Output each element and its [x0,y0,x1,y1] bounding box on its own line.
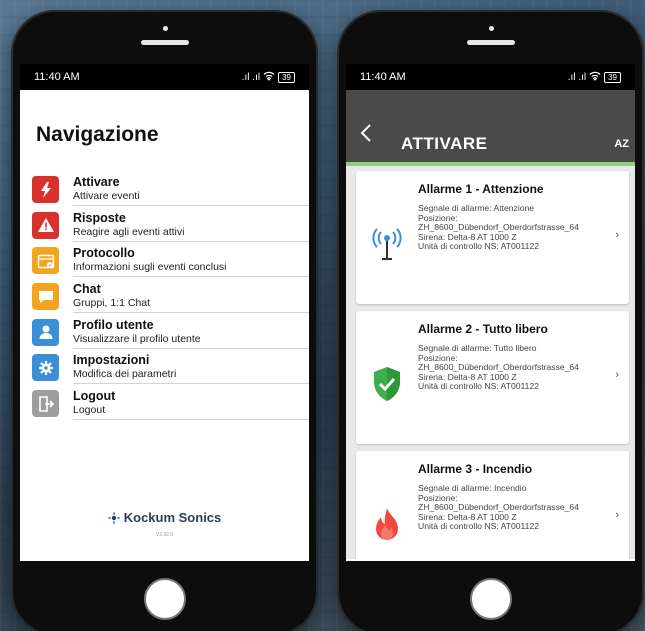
alarm-title: Allarme 1 - Attenzione [418,182,544,196]
alarm-unit: Unità di controllo NS: AT001122 [418,381,540,392]
alarm-title: Allarme 2 - Tutto libero [418,322,548,336]
nav-sublabel: Visualizzare il profilo utente [73,332,201,345]
nav-label: Impostazioni [73,353,150,368]
chevron-right-icon: › [615,509,619,521]
chat-icon [32,283,59,311]
camera [162,26,168,31]
nav-item-attivare[interactable]: Attivare Attivare eventi [32,173,309,209]
status-bar: 11:40 AM .ıl .ıl 39 [346,64,635,90]
alarm-unit: Unità di controllo NS: AT001122 [418,241,540,252]
camera [488,26,494,31]
alarm-card[interactable]: Allarme 2 - Tutto libero Segnale di alla… [356,311,629,444]
alarm-card[interactable]: Allarme 1 - Attenzione Segnale di allarm… [356,171,629,304]
signal-icon: .ıl .ıl [567,71,587,83]
status-icons: .ıl .ıl 39 [242,71,295,84]
nav-label: Logout [73,389,116,404]
wifi-icon [263,71,275,84]
chevron-right-icon: › [615,369,619,381]
navigation-list: Attivare Attivare eventi Risposte Reagire … [20,173,309,423]
alarm-card[interactable]: Allarme 3 - Incendio Segnale di allarme:… [356,451,629,559]
nav-item-logout[interactable]: Logout Logout [32,387,309,423]
signal-icon: .ıl .ıl [241,71,261,83]
nav-label: Chat [73,282,101,297]
battery-icon: 39 [278,71,295,83]
alarm-title: Allarme 3 - Incendio [418,462,533,476]
app-version: V2.32.0 [155,531,174,538]
battery-icon: 39 [604,71,621,83]
speaker [140,40,189,45]
brand-name: Kockum Sonics [123,510,222,525]
calendar-check-icon [32,247,59,275]
nav-label: Attivare [73,175,120,189]
kockum-logo-icon [108,511,120,524]
phone-left: 11:40 AM .ıl .ıl 39 Navigazione Attivare… [11,10,318,631]
phone-right: 11:40 AM .ıl .ıl 39 ATTIVARE AZ Allarme … [337,10,644,631]
nav-sublabel: Reagire agli eventi attivi [73,225,185,238]
screen-attivare: 11:40 AM .ıl .ıl 39 ATTIVARE AZ Allarme … [346,64,635,561]
nav-label: Protocollo [73,246,135,261]
brand-footer: Kockum Sonics V2.32.0 [20,510,309,538]
warning-icon [32,211,59,239]
home-button[interactable] [143,578,186,620]
status-bar: 11:40 AM .ıl .ıl 39 [20,64,309,90]
nav-item-risposte[interactable]: Risposte Reagire agli eventi attivi [32,209,309,245]
nav-sublabel: Informazioni sugli eventi conclusi [73,261,227,274]
nav-sublabel: Attivare eventi [73,190,140,202]
nav-item-chat[interactable]: Chat Gruppi, 1:1 Chat [32,280,309,316]
sort-az-icon[interactable]: AZ [614,138,629,150]
nav-item-profilo-utente[interactable]: Profilo utente Visualizzare il profilo ut… [32,316,309,352]
alarm-list: Allarme 1 - Attenzione Segnale di allarm… [346,166,635,559]
app-bar: ATTIVARE AZ [346,90,635,166]
page-title: Navigazione [36,123,159,146]
brand-logo: Kockum Sonics [108,510,222,525]
status-time: 11:40 AM [360,71,406,83]
status-time: 11:40 AM [34,71,80,83]
nav-item-protocollo[interactable]: Protocollo Informazioni sugli eventi conc… [32,244,309,280]
status-icons: .ıl .ıl 39 [568,71,621,84]
wifi-icon [589,71,601,84]
back-arrow-icon[interactable] [360,124,372,148]
user-icon [32,318,59,346]
nav-item-impostazioni[interactable]: Impostazioni Modifica dei parametri [32,351,309,387]
nav-sublabel: Modifica dei parametri [73,368,177,381]
bolt-icon [32,176,59,203]
screen-navigation: 11:40 AM .ıl .ıl 39 Navigazione Attivare… [20,64,309,561]
gear-icon [32,354,59,382]
nav-label: Profilo utente [73,317,154,332]
fire-icon [356,451,418,559]
antenna-icon [356,171,418,304]
home-button[interactable] [469,578,512,620]
nav-sublabel: Logout [73,404,106,417]
page-title: ATTIVARE [401,134,488,153]
nav-label: Risposte [73,210,126,225]
shield-check-icon [356,311,418,444]
nav-sublabel: Gruppi, 1:1 Chat [73,297,151,310]
chevron-right-icon: › [615,229,619,241]
alarm-unit: Unità di controllo NS: AT001122 [418,521,540,532]
speaker [466,40,515,45]
logout-icon [32,390,59,418]
